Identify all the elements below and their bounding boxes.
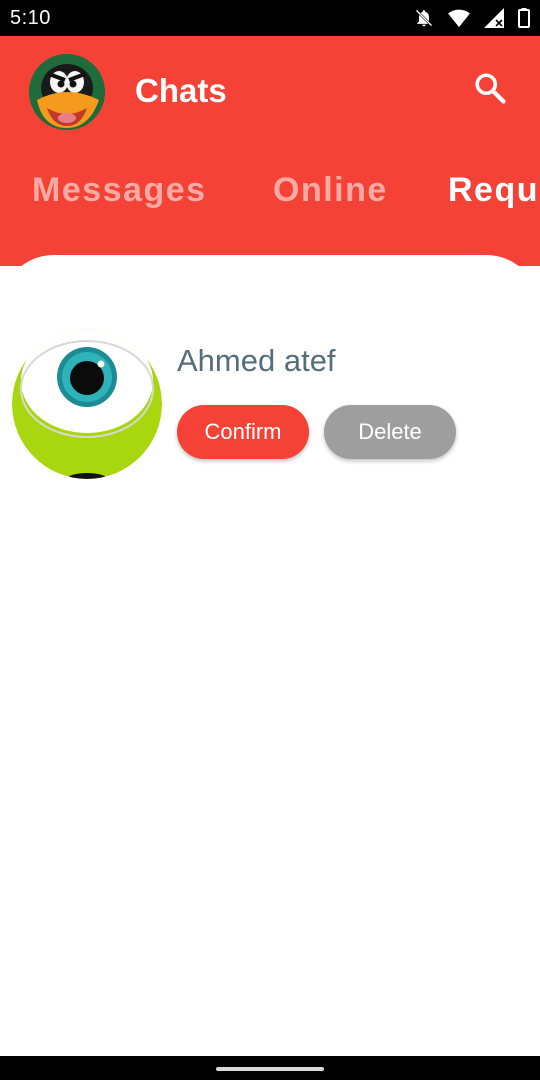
request-name: Ahmed atef [177, 343, 336, 378]
battery-icon [518, 8, 530, 28]
app-header: Chats Messages Online Requests [0, 36, 540, 266]
delete-button[interactable]: Delete [324, 405, 456, 459]
tab-online[interactable]: Online [273, 171, 388, 210]
wifi-icon [448, 8, 470, 28]
status-icons [414, 8, 530, 28]
tab-messages[interactable]: Messages [32, 171, 207, 210]
search-icon [472, 70, 508, 111]
confirm-button[interactable]: Confirm [177, 405, 309, 459]
tab-requests[interactable]: Requests [448, 171, 540, 210]
page-title: Chats [135, 72, 227, 109]
home-indicator[interactable] [216, 1067, 324, 1071]
status-time: 5:10 [10, 6, 51, 29]
tab-bar: Messages Online Requests [0, 171, 540, 221]
signal-icon [484, 8, 504, 28]
notifications-off-icon [414, 8, 434, 28]
one-eyed-monster-avatar[interactable] [12, 329, 162, 479]
navigation-bar [0, 1056, 540, 1080]
daffy-duck-avatar[interactable] [29, 54, 105, 130]
status-bar: 5:10 [0, 0, 540, 36]
search-button[interactable] [468, 68, 512, 112]
list-item: Ahmed atef Confirm Delete [0, 255, 540, 495]
content-card: Ahmed atef Confirm Delete [0, 255, 540, 1055]
